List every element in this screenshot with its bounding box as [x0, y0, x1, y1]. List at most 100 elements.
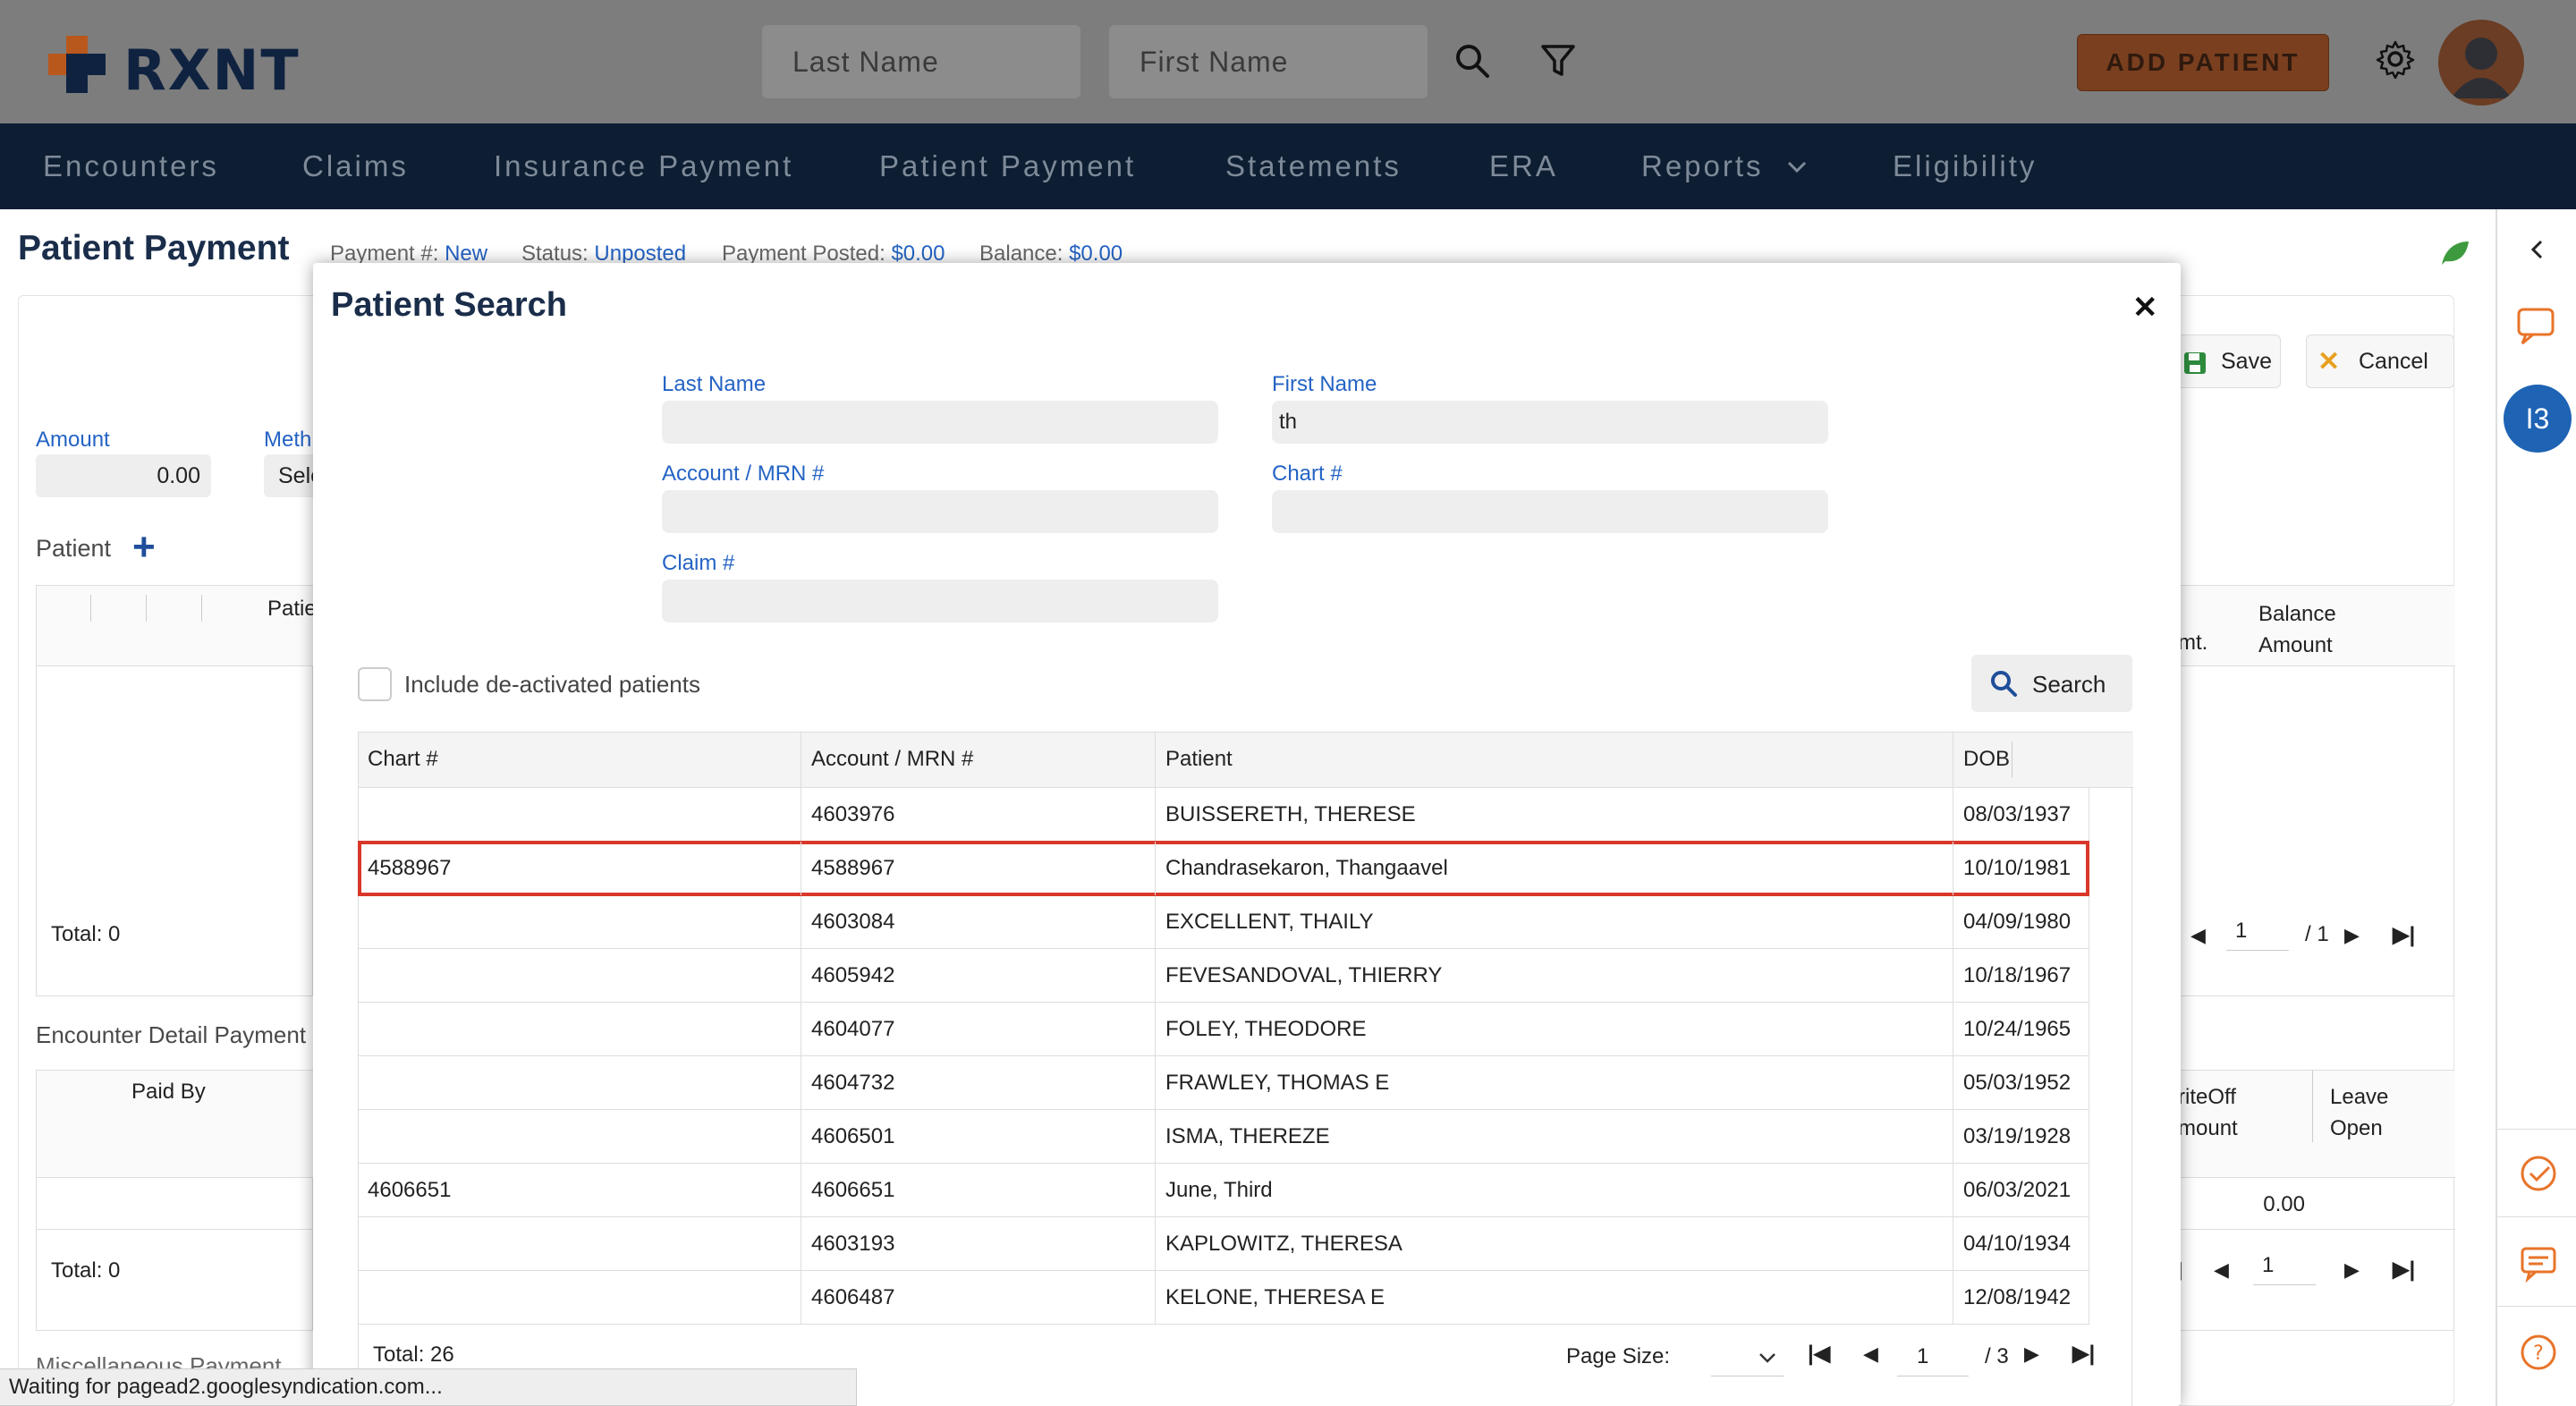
nav-reports[interactable]: Reports: [1641, 123, 1764, 209]
patient-column-header[interactable]: Patient: [1165, 747, 1233, 772]
patient-search-modal: Patient Search ✕ Last Name First Name th…: [313, 263, 2181, 1406]
patient-column-header: Patie: [267, 597, 317, 621]
result-row[interactable]: 4606487 KELONE, THERESA E 12/08/1942: [359, 1271, 2089, 1325]
dob-cell: 04/10/1934: [1963, 1232, 2072, 1256]
balance-value: $0.00: [1069, 241, 1123, 266]
patient-total: Total: 0: [51, 922, 121, 946]
nav-eligibility[interactable]: Eligibility: [1893, 123, 2037, 209]
pager-next-icon[interactable]: ▶: [2344, 924, 2360, 947]
chart-number-label: Chart #: [1272, 462, 1343, 486]
save-label: Save: [2221, 349, 2272, 374]
result-row[interactable]: 4603976 BUISSERETH, THERESE 08/03/1937: [359, 788, 2089, 842]
last-name-input[interactable]: [662, 401, 1218, 444]
pager-total-pages: / 1: [2305, 922, 2329, 946]
search-button[interactable]: Search: [1971, 655, 2132, 712]
add-patient-button[interactable]: ADD PATIENT: [2077, 34, 2329, 91]
chart-number-input[interactable]: [1272, 490, 1828, 533]
rail-divider: [2497, 1306, 2576, 1307]
col-divider: [1155, 1217, 1156, 1271]
filter-icon[interactable]: [1538, 41, 1578, 80]
dob-cell: 10/24/1965: [1963, 1017, 2072, 1041]
balance-label: Balance:: [979, 241, 1063, 266]
account-mrn-input[interactable]: [662, 490, 1218, 533]
add-patient-plus-icon[interactable]: +: [132, 528, 156, 567]
rail-divider: [2497, 1129, 2576, 1130]
patient-cell: ISMA, THEREZE: [1165, 1124, 1330, 1148]
chart-column-header[interactable]: Chart #: [368, 747, 438, 772]
gear-icon[interactable]: [2376, 39, 2415, 79]
nav-era[interactable]: ERA: [1489, 123, 1558, 209]
account-column-header[interactable]: Account / MRN #: [811, 747, 973, 772]
chevron-left-icon[interactable]: [2526, 238, 2549, 261]
encounter-detail-grid: Paid By Total: 0: [36, 1070, 314, 1331]
notification-badge[interactable]: I3: [2504, 385, 2572, 453]
dob-cell: 12/08/1942: [1963, 1285, 2072, 1309]
first-name-label: First Name: [1272, 372, 1377, 396]
check-circle-icon[interactable]: [2519, 1154, 2558, 1193]
col-divider: [1155, 1110, 1156, 1164]
patient-cell: KAPLOWITZ, THERESA: [1165, 1232, 1402, 1256]
pager-prev-icon[interactable]: ◀: [2214, 1258, 2229, 1282]
patient-cell: June, Third: [1165, 1178, 1273, 1202]
dob-cell: 10/10/1981: [1963, 856, 2072, 880]
amount-input[interactable]: 0.00: [36, 454, 211, 497]
amount-column-header: mt.: [2178, 631, 2208, 655]
pager-last-icon[interactable]: ▶|: [2393, 1257, 2415, 1283]
help-icon[interactable]: ?: [2519, 1333, 2558, 1372]
col-divider: [1155, 842, 1156, 895]
search-icon[interactable]: [1453, 41, 1492, 80]
close-icon[interactable]: ✕: [2132, 290, 2158, 326]
cancel-button[interactable]: ✕ Cancel: [2306, 335, 2454, 388]
result-row[interactable]: 4604077 FOLEY, THEODORE 10/24/1965: [359, 1003, 2089, 1056]
dob-column-header[interactable]: DOB: [1963, 747, 2010, 772]
next-page-icon[interactable]: ▶: [2024, 1342, 2039, 1366]
claim-number-input[interactable]: [662, 580, 1218, 623]
last-page-icon[interactable]: ▶|: [2072, 1341, 2095, 1367]
first-name-input[interactable]: th: [1272, 401, 1828, 444]
include-deactivated-checkbox[interactable]: [358, 667, 392, 701]
status-value: Unposted: [594, 241, 687, 266]
rxnt-logo-icon: [48, 36, 106, 93]
prev-page-icon[interactable]: ◀: [1863, 1342, 1878, 1366]
search-icon: [1991, 671, 2017, 697]
page-size-select[interactable]: [1711, 1337, 1784, 1376]
page-number-input[interactable]: 1: [1897, 1337, 1969, 1376]
method-select[interactable]: Sele: [264, 454, 318, 497]
pager-page-input[interactable]: 1: [2226, 919, 2289, 951]
nav-insurance-payment[interactable]: Insurance Payment: [494, 123, 793, 209]
first-page-icon[interactable]: |◀: [1808, 1341, 1830, 1367]
nav-statements[interactable]: Statements: [1225, 123, 1402, 209]
chat-icon[interactable]: [2515, 304, 2560, 349]
dob-cell: 06/03/2021: [1963, 1178, 2072, 1202]
col-divider: [1155, 788, 1156, 842]
save-button[interactable]: Save: [2177, 335, 2281, 388]
topbar-first-name-input[interactable]: First Name: [1109, 25, 1428, 98]
message-icon[interactable]: [2519, 1243, 2558, 1283]
user-avatar[interactable]: [2438, 20, 2524, 106]
right-rail: I3 ?: [2496, 209, 2576, 1406]
result-row[interactable]: 4605942 FEVESANDOVAL, THIERRY 10/18/1967: [359, 949, 2089, 1003]
result-row[interactable]: 4588967 4588967 Chandrasekaron, Thangaavel…: [358, 841, 2089, 896]
patient-cell: EXCELLENT, THAILY: [1165, 910, 1374, 934]
writeoff-amount-column: riteOff mount: [2178, 1085, 2238, 1140]
results-total: Total: 26: [373, 1342, 454, 1367]
result-row[interactable]: 4606651 4606651 June, Third 06/03/2021: [359, 1164, 2089, 1217]
writeoff-value: 0.00: [2263, 1192, 2305, 1216]
pager-prev-icon[interactable]: ◀: [2190, 924, 2206, 947]
topbar-last-name-input[interactable]: Last Name: [762, 25, 1080, 98]
nav-encounters[interactable]: Encounters: [43, 123, 219, 209]
chevron-down-icon[interactable]: [1785, 156, 1809, 179]
nav-patient-payment[interactable]: Patient Payment: [879, 123, 1136, 209]
account-cell: 4605942: [811, 963, 895, 987]
save-icon: [2184, 352, 2206, 374]
logo-text: RXNT: [123, 38, 301, 103]
result-row[interactable]: 4603193 KAPLOWITZ, THERESA 04/10/1934: [359, 1217, 2089, 1271]
pager-next-icon[interactable]: ▶: [2344, 1258, 2360, 1282]
patient-grid-right: mt. Balance Amount ◀ 1 / 1 ▶ ▶|: [2177, 585, 2455, 996]
pager-page-input[interactable]: 1: [2253, 1253, 2316, 1285]
result-row[interactable]: 4606501 ISMA, THEREZE 03/19/1928: [359, 1110, 2089, 1164]
result-row[interactable]: 4604732 FRAWLEY, THOMAS E 05/03/1952: [359, 1056, 2089, 1110]
nav-claims[interactable]: Claims: [302, 123, 409, 209]
result-row[interactable]: 4603084 EXCELLENT, THAILY 04/09/1980: [359, 895, 2089, 949]
pager-last-icon[interactable]: ▶|: [2393, 922, 2415, 948]
